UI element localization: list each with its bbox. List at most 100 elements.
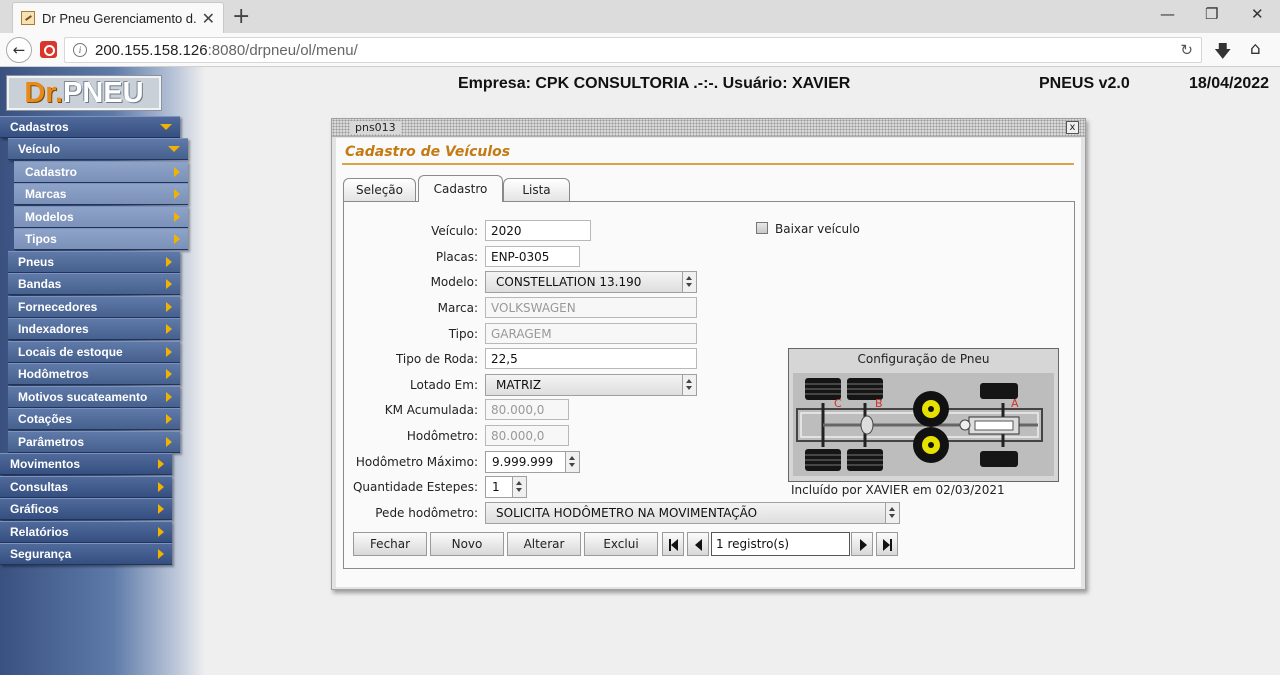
chevron-right-icon xyxy=(158,459,164,469)
chevron-right-icon xyxy=(166,392,172,402)
fechar-button[interactable]: Fechar xyxy=(353,532,427,556)
tab-close-icon[interactable]: ✕ xyxy=(202,9,215,28)
prev-record-button[interactable] xyxy=(687,532,709,556)
menu-seguranca[interactable]: Segurança xyxy=(0,543,172,565)
marker-b: B xyxy=(875,397,883,410)
menu-bandas[interactable]: Bandas xyxy=(8,273,180,295)
menu-label: Consultas xyxy=(10,480,69,494)
url-path: :8080/drpneu/ol/menu/ xyxy=(207,41,358,59)
menu-hodometros[interactable]: Hodômetros xyxy=(8,363,180,385)
back-arrow-icon: ← xyxy=(12,41,26,59)
url-host: 200.155.158.126 xyxy=(95,41,208,59)
menu-veiculo[interactable]: Veículo xyxy=(8,138,188,160)
tab-cadastro[interactable]: Cadastro xyxy=(418,175,503,202)
veiculo-label: Veículo: xyxy=(431,224,478,238)
menu-indexadores[interactable]: Indexadores xyxy=(8,318,180,340)
minimize-button[interactable]: — xyxy=(1160,5,1175,23)
spinner-icon[interactable] xyxy=(682,272,696,292)
site-info-icon[interactable]: i xyxy=(73,43,87,57)
last-record-button[interactable] xyxy=(876,532,898,556)
menu-veiculo-modelos[interactable]: Modelos xyxy=(14,206,188,228)
marca-field: VOLKSWAGEN xyxy=(485,297,697,318)
veiculo-field[interactable]: 2020 xyxy=(485,220,591,241)
menu-label: Relatórios xyxy=(10,525,69,539)
first-record-button[interactable] xyxy=(662,532,684,556)
home-icon[interactable]: ⌂ xyxy=(1250,39,1261,59)
km-label: KM Acumulada: xyxy=(384,403,478,417)
new-tab-button[interactable]: + xyxy=(232,4,250,29)
app-area: Dr. PNEU Empresa: CPK CONSULTORIA .-:-. U… xyxy=(0,67,1280,675)
spinner-icon[interactable] xyxy=(565,452,579,472)
close-window-button[interactable]: ✕ xyxy=(1251,5,1264,23)
spinner-icon[interactable] xyxy=(682,375,696,395)
chevron-down-icon xyxy=(168,146,180,152)
menu-label: Modelos xyxy=(25,210,74,224)
menu-label: Tipos xyxy=(25,232,57,246)
window-close-button[interactable]: x xyxy=(1066,121,1079,134)
url-field[interactable]: i 200.155.158.126 :8080/drpneu/ol/menu/ … xyxy=(64,37,1202,63)
logo-pneu-text: PNEU xyxy=(63,76,144,109)
menu-cadastros[interactable]: Cadastros xyxy=(0,116,180,138)
baixar-veiculo-label: Baixar veículo xyxy=(775,222,860,236)
tab-lista[interactable]: Lista xyxy=(503,178,570,201)
chevron-right-icon xyxy=(174,167,180,177)
included-by-text: Incluído por XAVIER em 02/03/2021 xyxy=(791,483,1005,497)
menu-label: Fornecedores xyxy=(18,300,98,314)
chevron-right-icon xyxy=(166,257,172,267)
alterar-button[interactable]: Alterar xyxy=(507,532,581,556)
menu-veiculo-marcas[interactable]: Marcas xyxy=(14,183,188,205)
menu-label: Pneus xyxy=(18,255,55,269)
next-record-button[interactable] xyxy=(851,532,873,556)
menu-consultas[interactable]: Consultas xyxy=(0,476,172,498)
back-button[interactable]: ← xyxy=(6,37,32,63)
addon-red-icon[interactable] xyxy=(40,41,57,58)
lotado-select[interactable]: MATRIZ xyxy=(485,374,697,396)
record-count-field[interactable]: 1 registro(s) xyxy=(711,532,850,556)
spinner-icon[interactable] xyxy=(512,477,526,497)
download-icon[interactable]: 🡇 xyxy=(1214,39,1231,68)
cadastro-panel: Veículo: 2020 Placas: ENP-0305 Modelo: C… xyxy=(343,201,1075,569)
tipo-roda-field[interactable]: 22,5 xyxy=(485,348,697,369)
marker-a: A xyxy=(1011,397,1019,410)
chevron-right-icon xyxy=(158,504,164,514)
menu-locais-estoque[interactable]: Locais de estoque xyxy=(8,341,180,363)
browser-tab-title: Dr Pneu Gerenciamento d... xyxy=(42,10,196,26)
window-id: pns013 xyxy=(350,121,401,134)
hod-max-value: 9.999.999 xyxy=(492,455,554,469)
menu-pneus[interactable]: Pneus xyxy=(8,251,180,273)
modelo-select[interactable]: CONSTELLATION 13.190 xyxy=(485,271,697,293)
reload-icon[interactable]: ↻ xyxy=(1180,41,1193,59)
menu-label: Motivos sucateamento xyxy=(18,390,148,404)
novo-button[interactable]: Novo xyxy=(430,532,504,556)
menu-graficos[interactable]: Gráficos xyxy=(0,498,172,520)
tire-config-box: Configuração de Pneu C B A xyxy=(788,348,1059,482)
estepes-stepper[interactable]: 1 xyxy=(485,476,527,498)
restore-button[interactable]: ❐ xyxy=(1205,5,1218,23)
window-titlebar[interactable]: pns013 x xyxy=(332,119,1085,137)
tire-config-diagram[interactable]: C B A xyxy=(793,373,1054,476)
spinner-icon[interactable] xyxy=(885,503,899,523)
menu-label: Cadastros xyxy=(10,120,69,134)
menu-label: Bandas xyxy=(18,277,62,291)
menu-parametros[interactable]: Parâmetros xyxy=(8,431,180,453)
menu-fornecedores[interactable]: Fornecedores xyxy=(8,296,180,318)
pede-hodometro-select[interactable]: SOLICITA HODÔMETRO NA MOVIMENTAÇÃO xyxy=(485,502,900,524)
chevron-right-icon xyxy=(174,234,180,244)
menu-motivos-sucateamento[interactable]: Motivos sucateamento xyxy=(8,386,180,408)
menu-movimentos[interactable]: Movimentos xyxy=(0,453,172,475)
tab-selecao[interactable]: Seleção xyxy=(343,178,416,201)
menu-label: Segurança xyxy=(10,547,72,561)
menu-cotacoes[interactable]: Cotações xyxy=(8,408,180,430)
placas-field[interactable]: ENP-0305 xyxy=(485,246,580,267)
hod-max-stepper[interactable]: 9.999.999 xyxy=(485,451,580,473)
baixar-veiculo-checkbox[interactable] xyxy=(756,222,768,234)
excluir-button[interactable]: Exclui xyxy=(584,532,658,556)
app-version: PNEUS v2.0 xyxy=(1039,75,1130,92)
chevron-right-icon xyxy=(166,324,172,334)
pede-hodometro-label: Pede hodômetro: xyxy=(375,506,478,520)
menu-veiculo-cadastro[interactable]: Cadastro xyxy=(14,161,188,183)
menu-veiculo-tipos[interactable]: Tipos xyxy=(14,228,188,250)
menu-relatorios[interactable]: Relatórios xyxy=(0,521,172,543)
browser-tab[interactable]: Dr Pneu Gerenciamento d... ✕ xyxy=(12,2,224,33)
menu-label: Cotações xyxy=(18,412,73,426)
